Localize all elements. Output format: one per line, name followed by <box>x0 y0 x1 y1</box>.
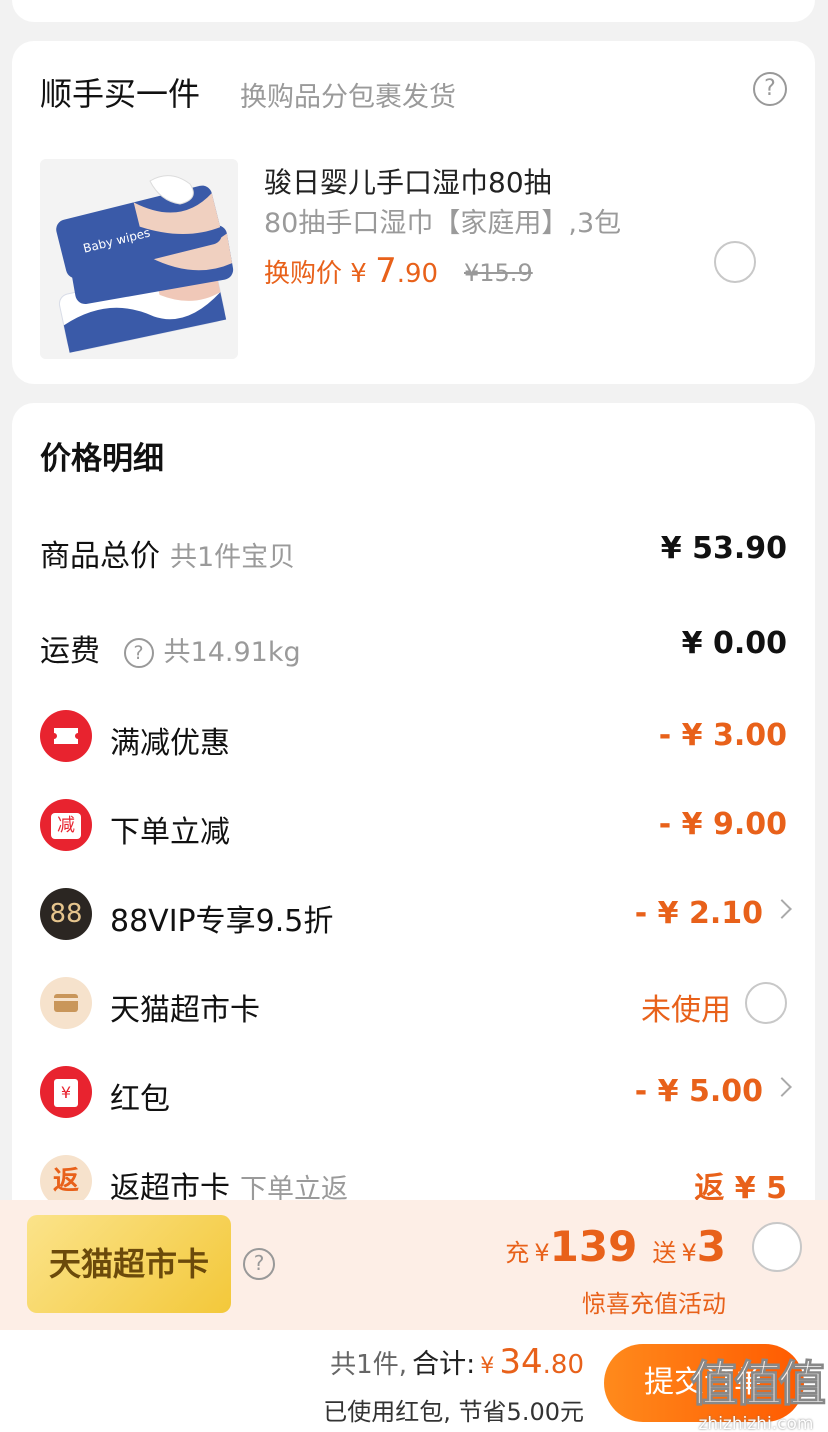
recharge-promo-bar: 天猫超市卡 ? 充 ¥139 送 ¥3 惊喜充值活动 <box>0 1200 828 1330</box>
market-card-row: 天猫超市卡 未使用 <box>12 973 815 1033</box>
shipping-row: 运费 ? 共14.91kg ¥ 0.00 <box>12 614 815 674</box>
vip-row[interactable]: 88 88VIP专享9.5折 - ¥ 2.10 <box>12 884 815 944</box>
order-discount-label: 下单立减 <box>110 815 230 850</box>
gift-amount: 3 <box>696 1222 726 1271</box>
help-icon[interactable]: ? <box>753 72 787 106</box>
addon-title: 顺手买一件 <box>40 75 201 113</box>
red-packet-row[interactable]: ¥ 红包 - ¥ 5.00 <box>12 1062 815 1122</box>
charge-amount: 139 <box>549 1222 638 1271</box>
recharge-activity: 惊喜充值活动 <box>582 1290 726 1318</box>
market-card-status: 未使用 <box>641 993 731 1028</box>
price-currency: ¥ <box>350 259 367 289</box>
market-card-badge[interactable]: 天猫超市卡 <box>27 1215 231 1313</box>
addon-select-radio[interactable] <box>714 241 756 283</box>
product-price: 换购价 ¥ 7.90 <box>264 251 438 291</box>
chevron-right-icon <box>772 1077 792 1097</box>
watermark-url: zhizhizhi.com <box>698 1414 814 1432</box>
full-reduction-value: - ¥ 3.00 <box>658 718 787 753</box>
product-name[interactable]: 骏日婴儿手口湿巾80抽 <box>264 161 552 201</box>
chevron-right-icon <box>772 899 792 919</box>
red-packet-label: 红包 <box>110 1082 170 1117</box>
vip-88-icon: 88 <box>40 888 92 940</box>
charge-label: 充 <box>505 1239 530 1267</box>
product-image[interactable]: Baby wipes <box>40 159 238 359</box>
card-icon <box>40 977 92 1029</box>
order-total: 共1件, 合计: ¥ 34.80 <box>330 1342 584 1382</box>
goods-total-row: 商品总价 共1件宝贝 ¥ 53.90 <box>12 519 815 579</box>
shipping-help-icon[interactable]: ? <box>123 637 154 668</box>
goods-count: 共1件宝贝 <box>170 542 296 573</box>
goods-total-value: ¥ 53.90 <box>660 531 787 566</box>
shipping-label: 运费 <box>40 634 100 669</box>
price-detail-card: 价格明细 商品总价 共1件宝贝 ¥ 53.90 运费 ? 共14.91kg ¥ 0.… <box>12 403 815 1303</box>
vip-value: - ¥ 2.10 <box>634 896 763 931</box>
price-dec: .90 <box>396 259 439 289</box>
goods-total-label: 商品总价 <box>40 539 160 574</box>
price-detail-title: 价格明细 <box>40 441 164 477</box>
wipes-pack-icon: Baby wipes <box>40 159 238 359</box>
discount-icon: 减 <box>40 799 92 851</box>
watermark: 值值值 zhizhizhi.com <box>689 1344 826 1432</box>
red-packet-icon-text: ¥ <box>54 1079 78 1107</box>
full-reduction-label: 满减优惠 <box>110 726 230 761</box>
previous-card <box>12 0 815 22</box>
shipping-weight: 共14.91kg <box>163 637 301 668</box>
help-icon[interactable]: ? <box>243 1248 275 1280</box>
full-reduction-row: 满减优惠 - ¥ 3.00 <box>12 706 815 766</box>
total-label: 合计: <box>412 1349 476 1380</box>
addon-card: 顺手买一件 换购品分包裹发货 ? Baby wipes 骏日婴儿手口湿巾80抽 … <box>12 41 815 384</box>
product-spec: 80抽手口湿巾【家庭用】,3包 <box>264 208 622 239</box>
coupon-icon <box>40 710 92 762</box>
vip-label: 88VIP专享9.5折 <box>110 904 334 939</box>
market-card-radio[interactable] <box>745 982 787 1024</box>
market-card-label: 天猫超市卡 <box>110 993 260 1028</box>
price-label: 换购价 <box>264 259 343 289</box>
watermark-logo: 值值值 <box>689 1356 826 1413</box>
gift-currency: ¥ <box>681 1239 697 1267</box>
addon-subtitle: 换购品分包裹发货 <box>240 82 456 113</box>
recharge-radio[interactable] <box>752 1222 802 1272</box>
order-discount-row: 减 下单立减 - ¥ 9.00 <box>12 795 815 855</box>
order-discount-value: - ¥ 9.00 <box>658 807 787 842</box>
gift-label: 送 <box>652 1239 677 1267</box>
red-packet-icon: ¥ <box>40 1066 92 1118</box>
original-price: ¥15.9 <box>464 259 533 287</box>
recharge-offer: 充 ¥139 送 ¥3 <box>505 1222 726 1271</box>
total-dec: .80 <box>542 1350 584 1380</box>
total-int: 34 <box>499 1342 543 1382</box>
shipping-value: ¥ 0.00 <box>681 626 787 661</box>
red-packet-value: - ¥ 5.00 <box>634 1074 763 1109</box>
total-currency: ¥ <box>480 1354 495 1379</box>
price-int: 7 <box>375 251 397 291</box>
saved-note: 已使用红包, 节省5.00元 <box>323 1398 584 1426</box>
item-count: 共1件, <box>330 1350 407 1380</box>
charge-currency: ¥ <box>534 1239 550 1267</box>
discount-icon-text: 减 <box>51 813 81 839</box>
